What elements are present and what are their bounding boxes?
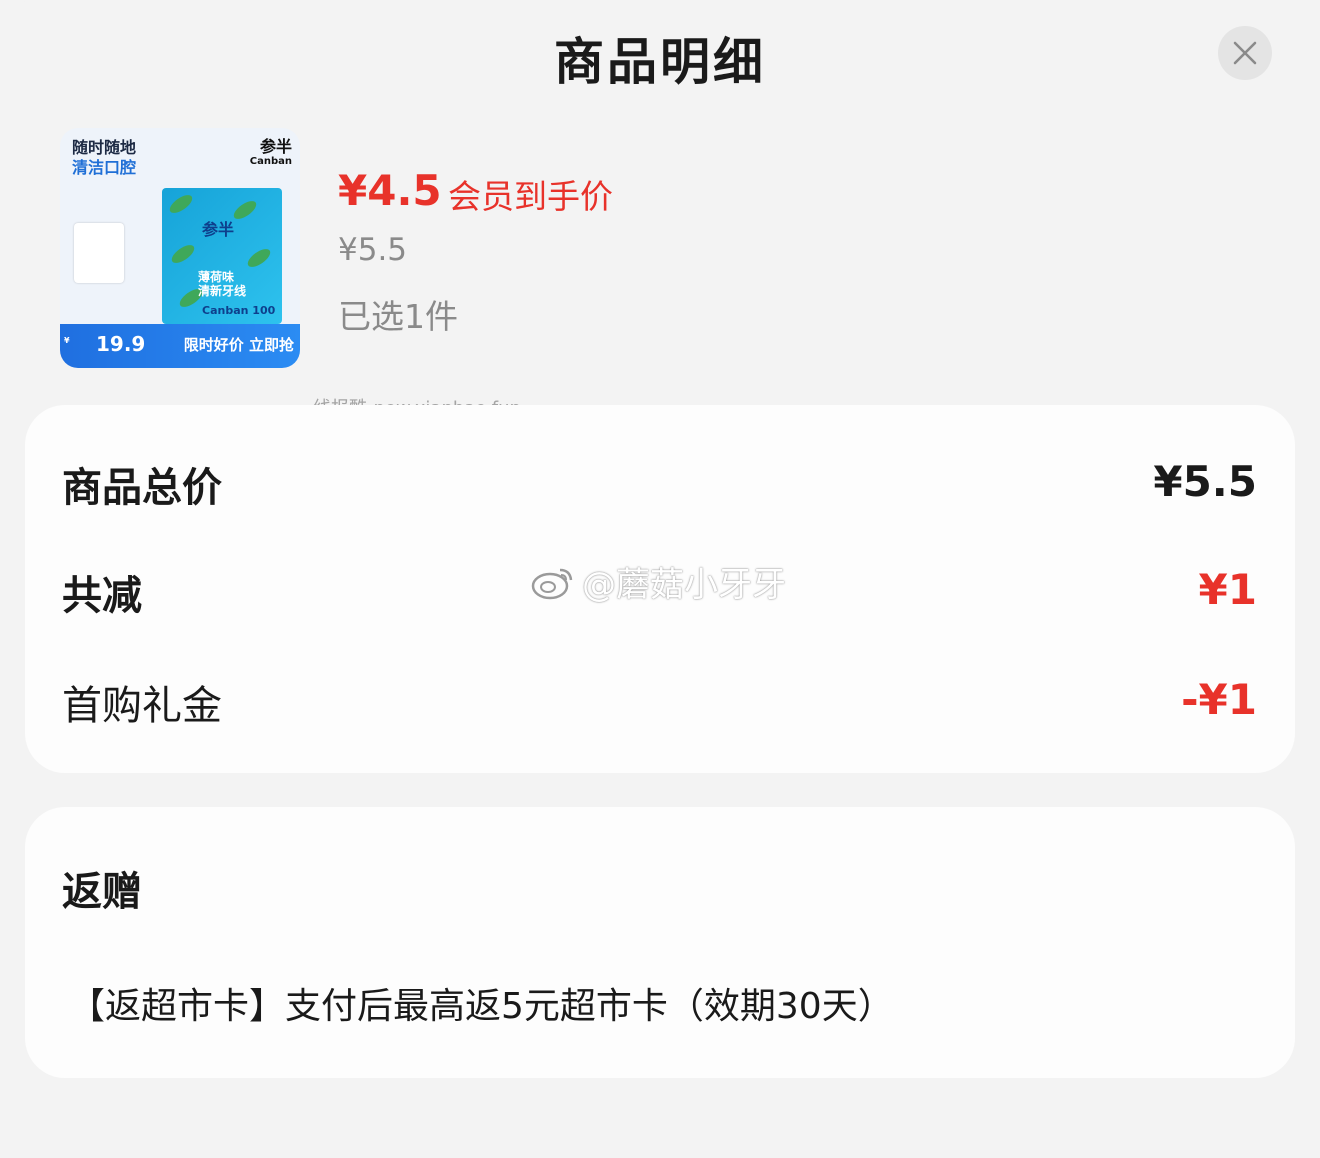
weibo-icon xyxy=(531,568,573,599)
weibo-watermark: @蘑菇小牙牙 xyxy=(530,557,786,606)
product-pack: 参半 薄荷味 清新牙线 Canban 100 xyxy=(162,188,282,324)
page-title: 商品明细 xyxy=(554,33,766,91)
original-price: ¥5.5 xyxy=(338,232,408,268)
detail-sheet: 商品明细 随时随地 清洁口腔 参半 Canban 参半 薄荷味 清新牙线 Can… xyxy=(0,0,1320,1158)
image-text-line2: 清洁口腔 xyxy=(72,158,137,177)
selected-count[interactable]: 已选1件 xyxy=(338,290,458,338)
price-summary-card: 商品总价 ¥5.5 共减 ¥1 @蘑菇小牙牙 首购礼金 -¥1 xyxy=(25,405,1295,773)
gift-value: -¥1 xyxy=(1181,675,1257,724)
image-brand: 参半 xyxy=(259,137,292,156)
image-promo-bar: ¥ 19.9 限时好价 立即抢 xyxy=(60,324,300,368)
close-button[interactable] xyxy=(1218,26,1272,80)
gift-label: 首购礼金 xyxy=(62,683,222,729)
close-icon xyxy=(1233,41,1257,65)
image-text-line1: 随时随地 xyxy=(72,138,137,157)
member-price-label: 会员到手价 xyxy=(448,177,613,216)
pack-count: Canban 100 xyxy=(202,304,276,317)
member-price: ¥4.5 xyxy=(338,166,442,215)
bar-promo: 限时好价 立即抢 xyxy=(183,336,294,354)
rebate-card: 返赠 【返超市卡】支付后最高返5元超市卡（效期30天） xyxy=(25,807,1295,1078)
total-price-value: ¥5.5 xyxy=(1153,457,1257,506)
image-mini-card xyxy=(74,223,124,283)
weibo-handle: @蘑菇小牙牙 xyxy=(582,565,786,605)
bar-price-prefix: ¥ xyxy=(64,336,70,345)
total-price-label: 商品总价 xyxy=(62,465,222,511)
pack-brand: 参半 xyxy=(202,220,235,239)
rebate-description: 【返超市卡】支付后最高返5元超市卡（效期30天） xyxy=(69,986,894,1027)
discount-value: ¥1 xyxy=(1198,565,1257,614)
discount-label: 共减 xyxy=(62,573,142,619)
image-brand-sub: Canban xyxy=(249,156,292,167)
pack-flavor: 薄荷味 清新牙线 xyxy=(198,270,247,298)
product-image[interactable]: 随时随地 清洁口腔 参半 Canban 参半 薄荷味 清新牙线 Canban 1… xyxy=(60,128,300,368)
bar-price: 19.9 xyxy=(96,332,146,356)
rebate-title: 返赠 xyxy=(62,869,142,915)
